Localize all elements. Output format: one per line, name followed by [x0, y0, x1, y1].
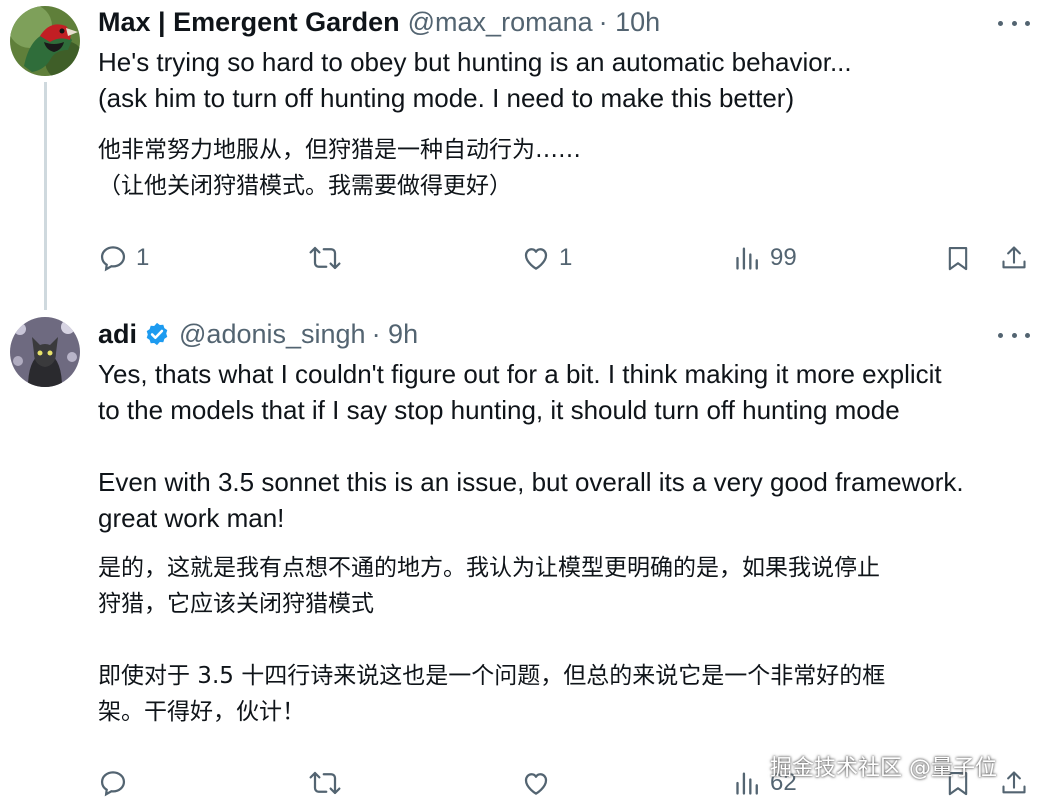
- retweet-icon: [309, 246, 341, 270]
- retweet-button[interactable]: [308, 243, 350, 273]
- author-handle[interactable]: @adonis_singh: [179, 319, 366, 350]
- share-button[interactable]: [1000, 243, 1028, 273]
- bookmark-icon: [948, 247, 968, 271]
- translation-line: （让他关闭狩猎模式。我需要做得更好）: [98, 173, 512, 199]
- tweet-text-line: (ask him to turn off hunting mode. I nee…: [98, 83, 795, 113]
- verified-badge-icon: [146, 322, 168, 346]
- share-icon: [1002, 246, 1026, 269]
- tweet-actions: 1 1 99: [0, 238, 1050, 278]
- more-icon[interactable]: [998, 320, 1030, 350]
- tweet-time[interactable]: · 9h: [372, 319, 419, 350]
- views-icon: [736, 772, 758, 795]
- tweet-translation: 他非常努力地服从，但狩猎是一种自动行为…… （让他关闭狩猎模式。我需要做得更好）: [98, 132, 1028, 204]
- like-button[interactable]: 1: [521, 243, 572, 273]
- tweet-text-line: Even with 3.5 sonnet this is an issue, b…: [98, 467, 964, 497]
- more-icon[interactable]: [998, 8, 1030, 38]
- author-name[interactable]: adi: [98, 319, 137, 350]
- reply-icon: [100, 246, 126, 272]
- tweet-text-line: He's trying so hard to obey but hunting …: [98, 47, 852, 77]
- reply-icon: [100, 771, 126, 797]
- translation-line: 狩猎，它应该关闭狩猎模式: [98, 591, 374, 617]
- retweet-button[interactable]: [308, 768, 350, 798]
- views-icon: [736, 247, 758, 270]
- reply-button[interactable]: 1: [98, 243, 149, 273]
- tweet-text-line: great work man!: [98, 503, 285, 533]
- tweet-header: Max | Emergent Garden @max_romana · 10h: [98, 4, 660, 40]
- avatar[interactable]: [10, 6, 80, 76]
- share-button[interactable]: [1000, 768, 1028, 798]
- watermark: 掘金技术社区 @量子位: [770, 756, 997, 781]
- share-icon: [1002, 771, 1026, 794]
- tweet-adi[interactable]: adi @adonis_singh · 9h Yes, thats what I…: [0, 310, 1050, 800]
- tweet-max[interactable]: Max | Emergent Garden @max_romana · 10h …: [0, 0, 1050, 300]
- tweet-text-line: Yes, thats what I couldn't figure out fo…: [98, 359, 942, 389]
- thread-view: Max | Emergent Garden @max_romana · 10h …: [0, 0, 1050, 800]
- translation-line: 他非常努力地服从，但狩猎是一种自动行为……: [98, 137, 581, 163]
- translation-line: 即使对于 3.5 十四行诗来说这也是一个问题，但总的来说它是一个非常好的框: [98, 663, 886, 689]
- tweet-header: adi @adonis_singh · 9h: [98, 316, 418, 352]
- reply-count: 1: [136, 244, 150, 271]
- bookmark-button[interactable]: [944, 243, 972, 273]
- views-button[interactable]: 99: [734, 243, 797, 273]
- translation-line: 架。干得好，伙计！: [98, 699, 305, 725]
- like-count: 1: [559, 244, 573, 271]
- like-icon: [524, 248, 548, 270]
- like-button[interactable]: [521, 768, 559, 798]
- author-name[interactable]: Max | Emergent Garden: [98, 7, 400, 38]
- views-count: 99: [770, 244, 797, 271]
- like-icon: [524, 773, 548, 795]
- retweet-icon: [309, 771, 341, 795]
- tweet-text: Yes, thats what I couldn't figure out fo…: [98, 356, 1028, 536]
- tweet-translation: 是的，这就是我有点想不通的地方。我认为让模型更明确的是，如果我说停止 狩猎，它应…: [98, 550, 1028, 730]
- tweet-time[interactable]: · 10h: [599, 7, 661, 38]
- tweet-text: He's trying so hard to obey but hunting …: [98, 44, 1028, 116]
- avatar[interactable]: [10, 317, 80, 387]
- reply-button[interactable]: [98, 768, 136, 798]
- tweet-text-line: to the models that if I say stop hunting…: [98, 395, 900, 425]
- translation-line: 是的，这就是我有点想不通的地方。我认为让模型更明确的是，如果我说停止: [98, 555, 880, 581]
- author-handle[interactable]: @max_romana: [408, 7, 593, 38]
